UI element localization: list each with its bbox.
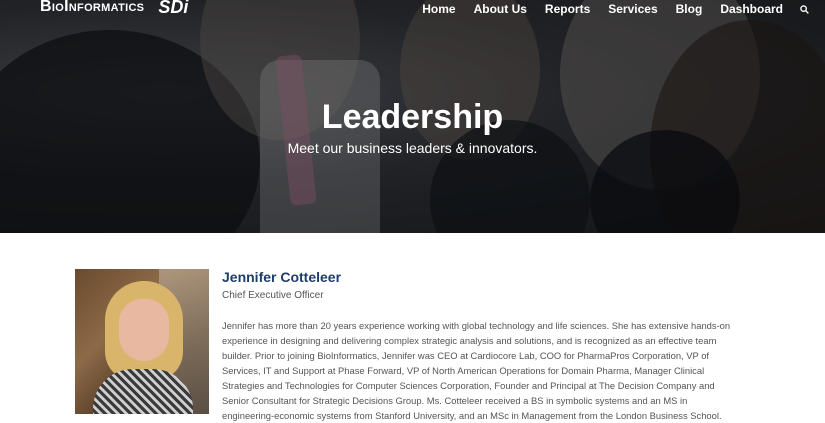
leader-bio: Jennifer has more than 20 years experien… xyxy=(222,320,731,421)
nav-blog[interactable]: Blog xyxy=(676,2,703,16)
search-icon-glyph xyxy=(799,4,809,14)
leader-info: Jennifer Cotteleer Chief Executive Offic… xyxy=(222,269,742,423)
nav-home[interactable]: Home xyxy=(422,2,455,16)
leader-photo xyxy=(75,269,209,414)
site-logo[interactable]: BioInformatics SDi xyxy=(40,0,188,18)
main-nav: Home About Us Reports Services Blog Dash… xyxy=(422,0,825,18)
top-navigation-bar: BioInformatics SDi Home About Us Reports… xyxy=(0,0,825,22)
hero-banner: BioInformatics SDi Home About Us Reports… xyxy=(0,0,825,233)
page-subtitle: Meet our business leaders & innovators. xyxy=(287,140,538,156)
nav-reports[interactable]: Reports xyxy=(545,2,590,16)
nav-about-us[interactable]: About Us xyxy=(474,2,527,16)
leader-role: Chief Executive Officer xyxy=(222,290,324,301)
photo-face xyxy=(119,299,169,361)
page-title: Leadership xyxy=(321,98,504,136)
leader-name: Jennifer Cotteleer xyxy=(222,269,342,285)
nav-services[interactable]: Services xyxy=(608,2,657,16)
nav-dashboard[interactable]: Dashboard xyxy=(720,2,783,16)
search-icon[interactable] xyxy=(797,2,811,16)
logo-secondary: SDi xyxy=(158,0,189,17)
logo-text: BioInformatics xyxy=(40,0,145,15)
